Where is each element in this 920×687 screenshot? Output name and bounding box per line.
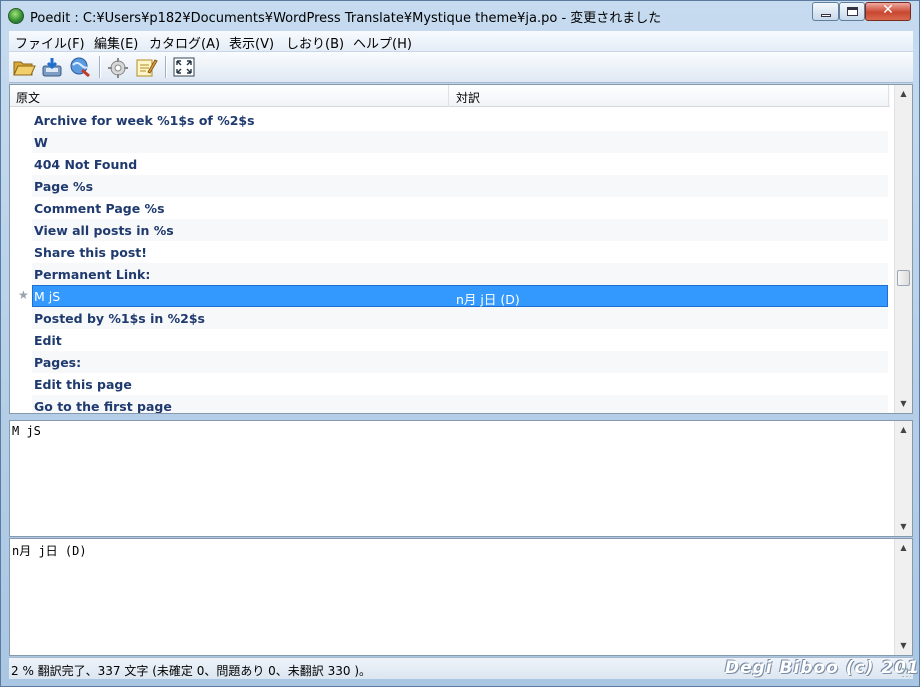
list-row[interactable]: Comment Page %s [10,197,890,219]
row-source-text: Share this post! [34,245,147,260]
row-source-text: Pages: [34,355,82,370]
column-header-translation[interactable]: 対訳 [456,89,480,106]
row-background [32,175,888,197]
edit-comment-icon[interactable] [134,56,158,78]
toolbar-separator [99,56,100,78]
row-source-text: M jS [34,289,61,304]
status-bar: 2 % 翻訳完了、337 文字 (未確定 0、問題あり 0、未翻訳 330 )。… [9,657,920,679]
row-background [32,131,888,153]
source-text: M jS [12,424,41,438]
row-source-text: Page %s [34,179,94,194]
list-row[interactable]: Pages: [10,351,890,373]
list-row[interactable]: View all posts in %s [10,219,890,241]
validate-icon[interactable] [106,56,130,78]
menu-catalog[interactable]: カタログ(A) [149,33,220,52]
menu-bookmarks[interactable]: しおり(B) [286,33,344,52]
scroll-thumb[interactable] [897,269,910,286]
list-row[interactable]: 404 Not Found [10,153,890,175]
translation-text[interactable]: n月 j日 (D) [12,542,87,559]
translation-scrollbar[interactable]: ▲ ▼ [894,539,912,655]
menu-help[interactable]: ヘルプ(H) [353,33,412,52]
fullscreen-icon[interactable] [172,56,196,78]
list-row[interactable]: Posted by %1$s in %2$s [10,307,890,329]
scroll-down-arrow-icon[interactable]: ▼ [895,396,912,412]
toolbar-separator [165,56,166,78]
translation-list[interactable]: 原文 対訳 Archive for week %1$s of %2$s W 404 … [9,84,913,414]
row-background [32,263,888,285]
column-divider[interactable] [448,85,449,107]
column-header-source[interactable]: 原文 [16,89,40,106]
row-translation-text: n月 j日 (D) [456,292,520,307]
menu-bar: ファイル(F) 編集(E) カタログ(A) 表示(V) しおり(B) ヘルプ(H… [9,31,913,52]
row-source-text: Go to the first page [34,399,172,414]
window-title: Poedit : C:¥Users¥p182¥Documents¥WordPre… [30,11,662,26]
scroll-up-arrow-icon[interactable]: ▲ [895,540,912,556]
scroll-up-arrow-icon[interactable]: ▲ [895,86,912,102]
translation-text-pane[interactable]: n月 j日 (D) ▲ ▼ [9,538,913,656]
toolbar [9,52,913,83]
poedit-globe-icon[interactable] [8,8,24,24]
row-background [32,351,888,373]
list-row[interactable]: Edit this page [10,373,890,395]
list-row[interactable]: Go to the first page [10,395,890,414]
update-catalog-icon[interactable] [68,56,92,78]
watermark: Degi Biboo (c) 2010 [725,658,920,678]
row-source-text: Edit [34,333,62,348]
row-source-text: 404 Not Found [34,157,138,172]
star-icon: ★ [18,288,29,302]
source-text-pane: M jS ▲ ▼ [9,420,913,537]
column-divider[interactable] [888,85,889,107]
row-background [32,329,888,351]
status-text: 2 % 翻訳完了、337 文字 (未確定 0、問題あり 0、未翻訳 330 )。 [11,664,371,678]
list-row[interactable]: Edit [10,329,890,351]
row-background [32,373,888,395]
close-button[interactable]: ✕ [865,2,911,21]
minimize-button[interactable] [812,2,839,21]
row-source-text: View all posts in %s [34,223,174,238]
resize-grip-icon[interactable] [901,667,911,677]
folder-open-icon[interactable] [12,56,36,78]
list-row[interactable]: Permanent Link: [10,263,890,285]
save-icon[interactable] [40,56,64,78]
menu-edit[interactable]: 編集(E) [94,33,138,52]
scroll-down-arrow-icon[interactable]: ▼ [895,519,912,535]
scroll-up-arrow-icon[interactable]: ▲ [895,422,912,438]
row-source-text: Permanent Link: [34,267,151,282]
row-background [32,241,888,263]
row-source-text: Archive for week %1$s of %2$s [34,113,255,128]
maximize-button[interactable] [839,2,865,21]
list-row[interactable]: Archive for week %1$s of %2$s [10,109,890,131]
list-row[interactable]: Page %s [10,175,890,197]
list-header: 原文 対訳 [10,85,890,107]
minimize-icon [821,14,831,17]
row-source-text: W [34,135,48,150]
list-row[interactable]: W [10,131,890,153]
menu-view[interactable]: 表示(V) [229,33,274,52]
row-background [32,153,888,175]
row-source-text: Comment Page %s [34,201,165,216]
list-scrollbar[interactable]: ▲ ▼ [894,85,912,413]
row-source-text: Posted by %1$s in %2$s [34,311,205,326]
source-scrollbar[interactable]: ▲ ▼ [894,421,912,536]
maximize-icon [847,7,858,16]
row-source-text: Edit this page [34,377,132,392]
list-row[interactable]: Share this post! [10,241,890,263]
list-row[interactable]: ★ M jS n月 j日 (D) [10,285,890,307]
close-icon: ✕ [882,2,894,18]
title-bar[interactable]: Poedit : C:¥Users¥p182¥Documents¥WordPre… [1,1,919,31]
menu-file[interactable]: ファイル(F) [15,33,85,52]
poedit-window: Poedit : C:¥Users¥p182¥Documents¥WordPre… [0,0,920,687]
scroll-down-arrow-icon[interactable]: ▼ [895,638,912,654]
